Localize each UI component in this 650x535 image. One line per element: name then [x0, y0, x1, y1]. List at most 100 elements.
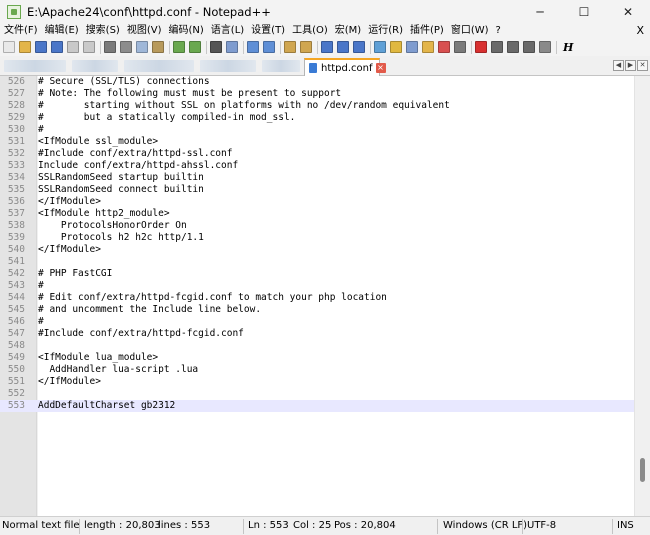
- close-file-icon[interactable]: [67, 41, 79, 53]
- menu-view[interactable]: 视图(V): [127, 25, 162, 37]
- scrollbar-thumb[interactable]: [640, 458, 645, 482]
- line-text[interactable]: # and uncomment the Include line below.: [38, 304, 261, 316]
- menu-edit[interactable]: 编辑(E): [45, 25, 79, 37]
- language-icon[interactable]: [374, 41, 386, 53]
- stop-macro-icon[interactable]: [491, 41, 503, 53]
- line-text[interactable]: SSLRandomSeed connect builtin: [38, 184, 204, 196]
- menu-run[interactable]: 运行(R): [368, 25, 403, 37]
- menu-window[interactable]: 窗口(W): [451, 25, 489, 37]
- code-line[interactable]: 530 #: [0, 124, 634, 136]
- code-line[interactable]: 540 </IfModule>: [0, 244, 634, 256]
- close-button[interactable]: ✕: [606, 0, 650, 24]
- line-text[interactable]: AddHandler lua-script .lua: [38, 364, 198, 376]
- line-text[interactable]: ProtocolsHonorOrder On: [38, 220, 187, 232]
- minimize-button[interactable]: ─: [518, 0, 562, 24]
- line-text[interactable]: #: [38, 124, 44, 136]
- line-text[interactable]: # starting without SSL on platforms with…: [38, 100, 450, 112]
- code-line[interactable]: 526 # Secure (SSL/TLS) connections: [0, 76, 634, 88]
- blurred-tab[interactable]: [262, 60, 300, 72]
- save-all-icon[interactable]: [51, 41, 63, 53]
- tab-httpd-conf[interactable]: httpd.conf ×: [304, 58, 386, 76]
- play-macro-icon[interactable]: [507, 41, 519, 53]
- word-wrap-icon[interactable]: [321, 41, 333, 53]
- code-line[interactable]: 529 # but a statically compiled-in mod_ss…: [0, 112, 634, 124]
- code-line[interactable]: 546 #: [0, 316, 634, 328]
- replace-icon[interactable]: [226, 41, 238, 53]
- line-text[interactable]: SSLRandomSeed startup builtin: [38, 172, 204, 184]
- menu-tools[interactable]: 工具(O): [292, 25, 328, 37]
- doc-map-icon[interactable]: [390, 41, 402, 53]
- line-text[interactable]: </IfModule>: [38, 244, 101, 256]
- code-line[interactable]: 550 AddHandler lua-script .lua: [0, 364, 634, 376]
- code-line[interactable]: 548: [0, 340, 634, 352]
- line-text[interactable]: #: [38, 280, 44, 292]
- undo-icon[interactable]: [173, 41, 185, 53]
- indent-guide-icon[interactable]: [353, 41, 365, 53]
- code-line[interactable]: 537 <IfModule http2_module>: [0, 208, 634, 220]
- code-line[interactable]: 527 # Note: The following must must be pr…: [0, 88, 634, 100]
- code-line[interactable]: 543 #: [0, 280, 634, 292]
- code-line[interactable]: 535 SSLRandomSeed connect builtin: [0, 184, 634, 196]
- line-text[interactable]: # Edit conf/extra/httpd-fcgid.conf to ma…: [38, 292, 387, 304]
- code-line[interactable]: 536 </IfModule>: [0, 196, 634, 208]
- line-text[interactable]: # but a statically compiled-in mod_ssl.: [38, 112, 295, 124]
- tab-next-icon[interactable]: ▶: [625, 60, 636, 71]
- tab-close-all-icon[interactable]: ✕: [637, 60, 648, 71]
- blurred-tab[interactable]: [4, 60, 66, 72]
- paste-icon[interactable]: [152, 41, 164, 53]
- find-icon[interactable]: [210, 41, 222, 53]
- code-line[interactable]: 539 Protocols h2 h2c http/1.1: [0, 232, 634, 244]
- folder-as-workspace-icon[interactable]: [422, 41, 434, 53]
- line-text[interactable]: #Include conf/extra/httpd-ssl.conf: [38, 148, 232, 160]
- code-line[interactable]: 547 #Include conf/extra/httpd-fcgid.conf: [0, 328, 634, 340]
- zoom-in-icon[interactable]: [247, 41, 259, 53]
- tab-prev-icon[interactable]: ◀: [613, 60, 624, 71]
- menu-macro[interactable]: 宏(M): [335, 25, 361, 37]
- code-line[interactable]: 528 # starting without SSL on platforms w…: [0, 100, 634, 112]
- code-line[interactable]: 531 <IfModule ssl_module>: [0, 136, 634, 148]
- line-text[interactable]: # Secure (SSL/TLS) connections: [38, 76, 210, 88]
- menu-search[interactable]: 搜索(S): [86, 25, 120, 37]
- print-icon[interactable]: [104, 41, 116, 53]
- view-icon[interactable]: [454, 41, 466, 53]
- line-text[interactable]: # PHP FastCGI: [38, 268, 112, 280]
- line-text[interactable]: </IfModule>: [38, 196, 101, 208]
- code-line[interactable]: 545 # and uncomment the Include line belo…: [0, 304, 634, 316]
- show-all-chars-icon[interactable]: [337, 41, 349, 53]
- menu-help[interactable]: ?: [496, 25, 501, 37]
- save-macro-icon[interactable]: [539, 41, 551, 53]
- maximize-button[interactable]: ☐: [562, 0, 606, 24]
- line-text[interactable]: #Include conf/extra/httpd-fcgid.conf: [38, 328, 244, 340]
- blurred-tab[interactable]: [72, 60, 118, 72]
- cut-icon[interactable]: [120, 41, 132, 53]
- code-line[interactable]: 544 # Edit conf/extra/httpd-fcgid.conf to…: [0, 292, 634, 304]
- vertical-scrollbar[interactable]: [634, 76, 650, 516]
- editor[interactable]: 526 # Secure (SSL/TLS) connections 527 # No…: [0, 76, 650, 516]
- line-text[interactable]: Protocols h2 h2c http/1.1: [38, 232, 204, 244]
- zoom-out-icon[interactable]: [263, 41, 275, 53]
- close-all-icon[interactable]: [83, 41, 95, 53]
- code-line[interactable]: 538 ProtocolsHonorOrder On: [0, 220, 634, 232]
- line-text[interactable]: Include conf/extra/httpd-ahssl.conf: [38, 160, 238, 172]
- menu-plugins[interactable]: 插件(P): [410, 25, 444, 37]
- monitoring-icon[interactable]: [438, 41, 450, 53]
- record-macro-icon[interactable]: [475, 41, 487, 53]
- line-text[interactable]: </IfModule>: [38, 376, 101, 388]
- code-line[interactable]: 549 <IfModule lua_module>: [0, 352, 634, 364]
- save-icon[interactable]: [35, 41, 47, 53]
- menu-file[interactable]: 文件(F): [4, 25, 38, 37]
- menu-encoding[interactable]: 编码(N): [169, 25, 204, 37]
- tab-close-icon[interactable]: ×: [375, 63, 386, 73]
- sync-vertical-icon[interactable]: [284, 41, 296, 53]
- menu-language[interactable]: 语言(L): [211, 25, 244, 37]
- menu-settings[interactable]: 设置(T): [251, 25, 285, 37]
- line-text[interactable]: AddDefaultCharset gb2312: [38, 400, 175, 412]
- line-text[interactable]: #: [38, 316, 44, 328]
- line-text[interactable]: <IfModule lua_module>: [38, 352, 158, 364]
- sync-horizontal-icon[interactable]: [300, 41, 312, 53]
- code-lines[interactable]: 526 # Secure (SSL/TLS) connections 527 # No…: [0, 76, 634, 412]
- code-line[interactable]: 542 # PHP FastCGI: [0, 268, 634, 280]
- code-line[interactable]: 534 SSLRandomSeed startup builtin: [0, 172, 634, 184]
- code-line[interactable]: 533 Include conf/extra/httpd-ahssl.conf: [0, 160, 634, 172]
- code-line[interactable]: 551 </IfModule>: [0, 376, 634, 388]
